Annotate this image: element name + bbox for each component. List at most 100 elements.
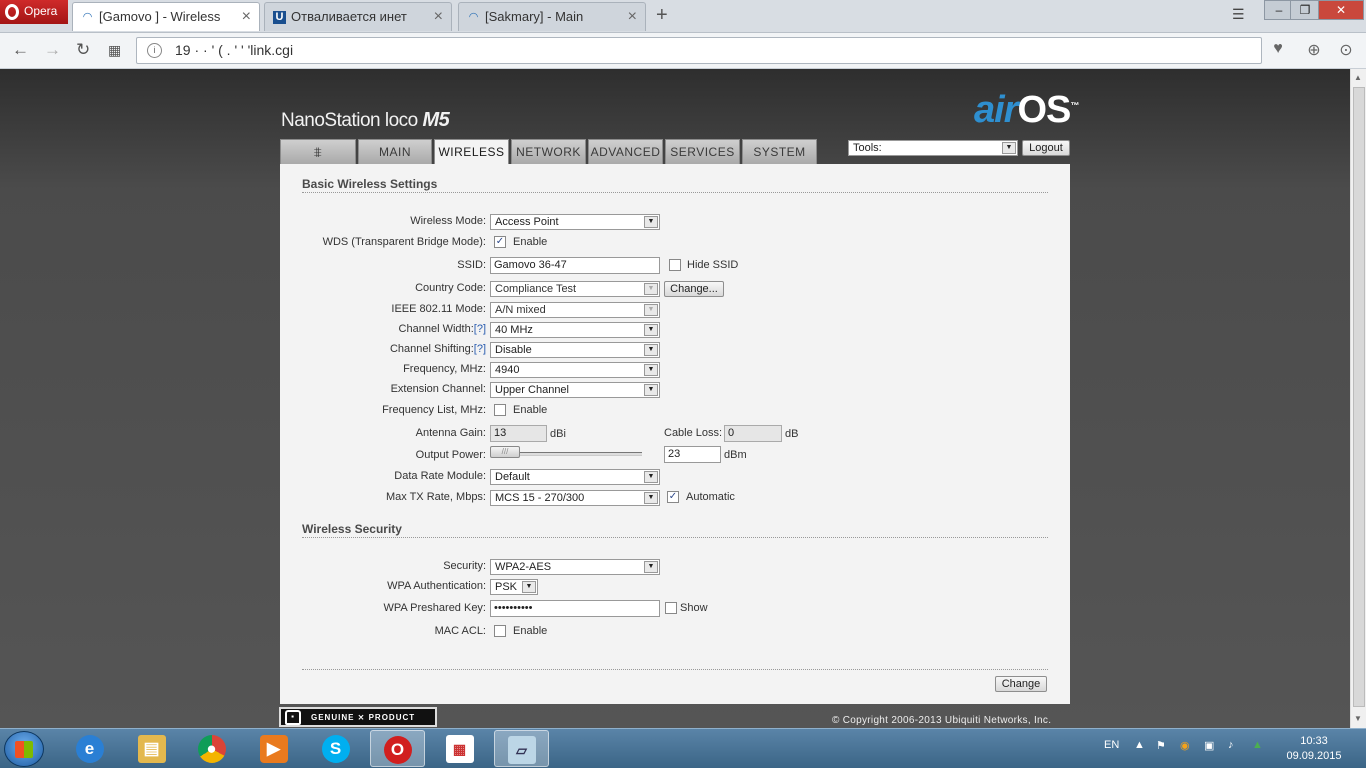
wifi-favicon-icon: ◠ [468, 11, 479, 23]
change-country-button[interactable]: Change... [664, 281, 724, 297]
wireless-mode-select[interactable]: Access Point ▼ [490, 214, 660, 230]
taskbar-ie[interactable]: e [62, 730, 117, 767]
forward-arrow-icon[interactable]: → [44, 40, 61, 60]
scrollbar-thumb[interactable] [1353, 87, 1365, 707]
frequency-value: 4940 [495, 364, 520, 376]
channel-width-label: Channel Width:[?] [399, 323, 486, 335]
restore-window-icon[interactable]: ❐ [1290, 0, 1320, 20]
tab-wireless[interactable]: WIRELESS [434, 139, 509, 165]
country-code-select[interactable]: Compliance Test ▼ [490, 281, 660, 297]
antenna-gain-input[interactable]: 13 [490, 425, 547, 442]
browser-tab-gamovo[interactable]: ◠ [Gamovo ] - Wireless × [72, 2, 260, 31]
menu-circle-icon[interactable]: ⊙ [1336, 40, 1356, 60]
url-text: 19 · · ' ( . ' ' 'link.cgi [175, 42, 294, 58]
wds-checkbox[interactable]: ✓ [494, 236, 506, 248]
browser-tab-forum[interactable]: U Отваливается инет × [264, 2, 452, 31]
antenna-gain-unit: dBi [550, 428, 566, 440]
google-drive-icon[interactable]: ▲ [1252, 739, 1263, 751]
taskbar-opera[interactable]: O [370, 730, 425, 767]
frequency-list-checkbox[interactable] [494, 404, 506, 416]
tab-title: [Sakmary] - Main [485, 9, 584, 24]
chevron-down-icon: ▼ [644, 216, 658, 228]
tab-services[interactable]: SERVICES [665, 139, 740, 164]
close-window-icon[interactable]: ✕ [1318, 0, 1364, 20]
tab-ubiquiti-logo[interactable]: ⩨ [280, 139, 356, 164]
scroll-up-icon[interactable]: ▲ [1354, 73, 1362, 82]
start-button[interactable] [4, 731, 44, 767]
chevron-down-icon: ▼ [644, 304, 658, 316]
windows-taskbar: e ▤ ● ▶ S O ▦ ▱ EN ▲ ⚑ ◉ ▣ ♪ ▲ 10:33 09.… [0, 728, 1366, 768]
wpa-auth-select[interactable]: PSK ▼ [490, 579, 538, 595]
cable-loss-label: Cable Loss: [664, 427, 723, 439]
taskbar-explorer[interactable]: ▤ [124, 730, 179, 767]
opera-logo-icon [5, 4, 19, 20]
chevron-down-icon: ▼ [644, 561, 658, 573]
taskbar-chrome[interactable]: ● [184, 730, 239, 767]
taskbar-skype[interactable]: S [308, 730, 363, 767]
show-hidden-icons-icon[interactable]: ▲ [1134, 739, 1145, 751]
tab-system[interactable]: SYSTEM [742, 139, 817, 164]
logout-button[interactable]: Logout [1022, 140, 1070, 156]
tab-network[interactable]: NETWORK [511, 139, 586, 164]
tab-title: [Gamovo ] - Wireless [99, 9, 221, 24]
channel-width-help-link[interactable]: [?] [474, 323, 486, 335]
output-power-slider-handle[interactable]: /// [490, 446, 520, 458]
ieee-mode-select[interactable]: A/N mixed ▼ [490, 302, 660, 318]
address-input[interactable]: i 19 · · ' ( . ' ' 'link.cgi [136, 37, 1262, 64]
channel-shifting-value: Disable [495, 344, 532, 356]
internet-explorer-icon: e [75, 735, 104, 763]
automatic-rate-checkbox[interactable]: ✓ [667, 491, 679, 503]
channel-shifting-select[interactable]: Disable ▼ [490, 342, 660, 358]
mac-acl-label: MAC ACL: [434, 625, 486, 637]
site-info-icon[interactable]: i [147, 43, 162, 58]
tools-label: Tools: [853, 142, 882, 154]
max-tx-rate-select[interactable]: MCS 15 - 270/300 ▼ [490, 490, 660, 506]
heart-bookmark-icon[interactable]: ♥ [1268, 40, 1288, 60]
tray-app-icon[interactable]: ◉ [1180, 739, 1190, 752]
taskbar-app-grid[interactable]: ▦ [432, 730, 487, 767]
language-indicator[interactable]: EN [1104, 739, 1119, 751]
extension-channel-select[interactable]: Upper Channel ▼ [490, 382, 660, 398]
system-clock[interactable]: 10:33 09.09.2015 [1282, 734, 1346, 764]
output-power-unit: dBm [724, 449, 747, 461]
opera-menu-button[interactable]: Opera [0, 0, 68, 24]
network-icon[interactable]: ▣ [1204, 739, 1214, 752]
hide-ssid-checkbox[interactable] [669, 259, 681, 271]
page-scrollbar[interactable]: ▲ ▼ [1350, 69, 1366, 728]
speed-dial-grid-icon[interactable]: ▦ [108, 42, 121, 59]
close-tab-icon[interactable]: × [434, 8, 443, 26]
close-tab-icon[interactable]: × [628, 8, 637, 26]
tab-advanced[interactable]: ADVANCED [588, 139, 663, 164]
output-power-input[interactable]: 23 [664, 446, 721, 463]
download-icon[interactable]: ⊕ [1304, 40, 1324, 60]
taskbar-media-player[interactable]: ▶ [246, 730, 301, 767]
back-arrow-icon[interactable]: ← [12, 40, 29, 60]
tab-main[interactable]: MAIN [358, 139, 432, 164]
channel-shifting-help-link[interactable]: [?] [474, 343, 486, 355]
cable-loss-input[interactable]: 0 [724, 425, 782, 442]
reload-icon[interactable]: ↻ [76, 40, 90, 60]
new-tab-plus-icon[interactable]: + [656, 4, 668, 27]
mac-acl-checkbox[interactable] [494, 625, 506, 637]
security-value: WPA2-AES [495, 561, 552, 573]
security-select[interactable]: WPA2-AES ▼ [490, 559, 660, 575]
close-tab-icon[interactable]: × [242, 8, 251, 26]
section-divider [302, 537, 1048, 538]
taskbar-notepad[interactable]: ▱ [494, 730, 549, 767]
wpa-auth-value: PSK [495, 581, 518, 593]
channel-width-select[interactable]: 40 MHz ▼ [490, 322, 660, 338]
change-button[interactable]: Change [995, 676, 1047, 692]
volume-icon[interactable]: ♪ [1228, 739, 1234, 751]
action-center-flag-icon[interactable]: ⚑ [1156, 739, 1166, 752]
frequency-select[interactable]: 4940 ▼ [490, 362, 660, 378]
tab-menu-icon[interactable]: ☰ [1232, 6, 1245, 23]
browser-tab-sakmary[interactable]: ◠ [Sakmary] - Main × [458, 2, 646, 31]
scroll-down-icon[interactable]: ▼ [1354, 714, 1362, 723]
data-rate-module-select[interactable]: Default ▼ [490, 469, 660, 485]
brand-name: NanoStation [281, 110, 381, 131]
show-key-checkbox[interactable] [665, 602, 677, 614]
tools-select[interactable]: Tools: ▼ [848, 140, 1018, 156]
wpa-key-input[interactable]: •••••••••• [490, 600, 660, 617]
airos-tm: ™ [1070, 100, 1079, 111]
ssid-input[interactable]: Gamovo 36-47 [490, 257, 660, 274]
